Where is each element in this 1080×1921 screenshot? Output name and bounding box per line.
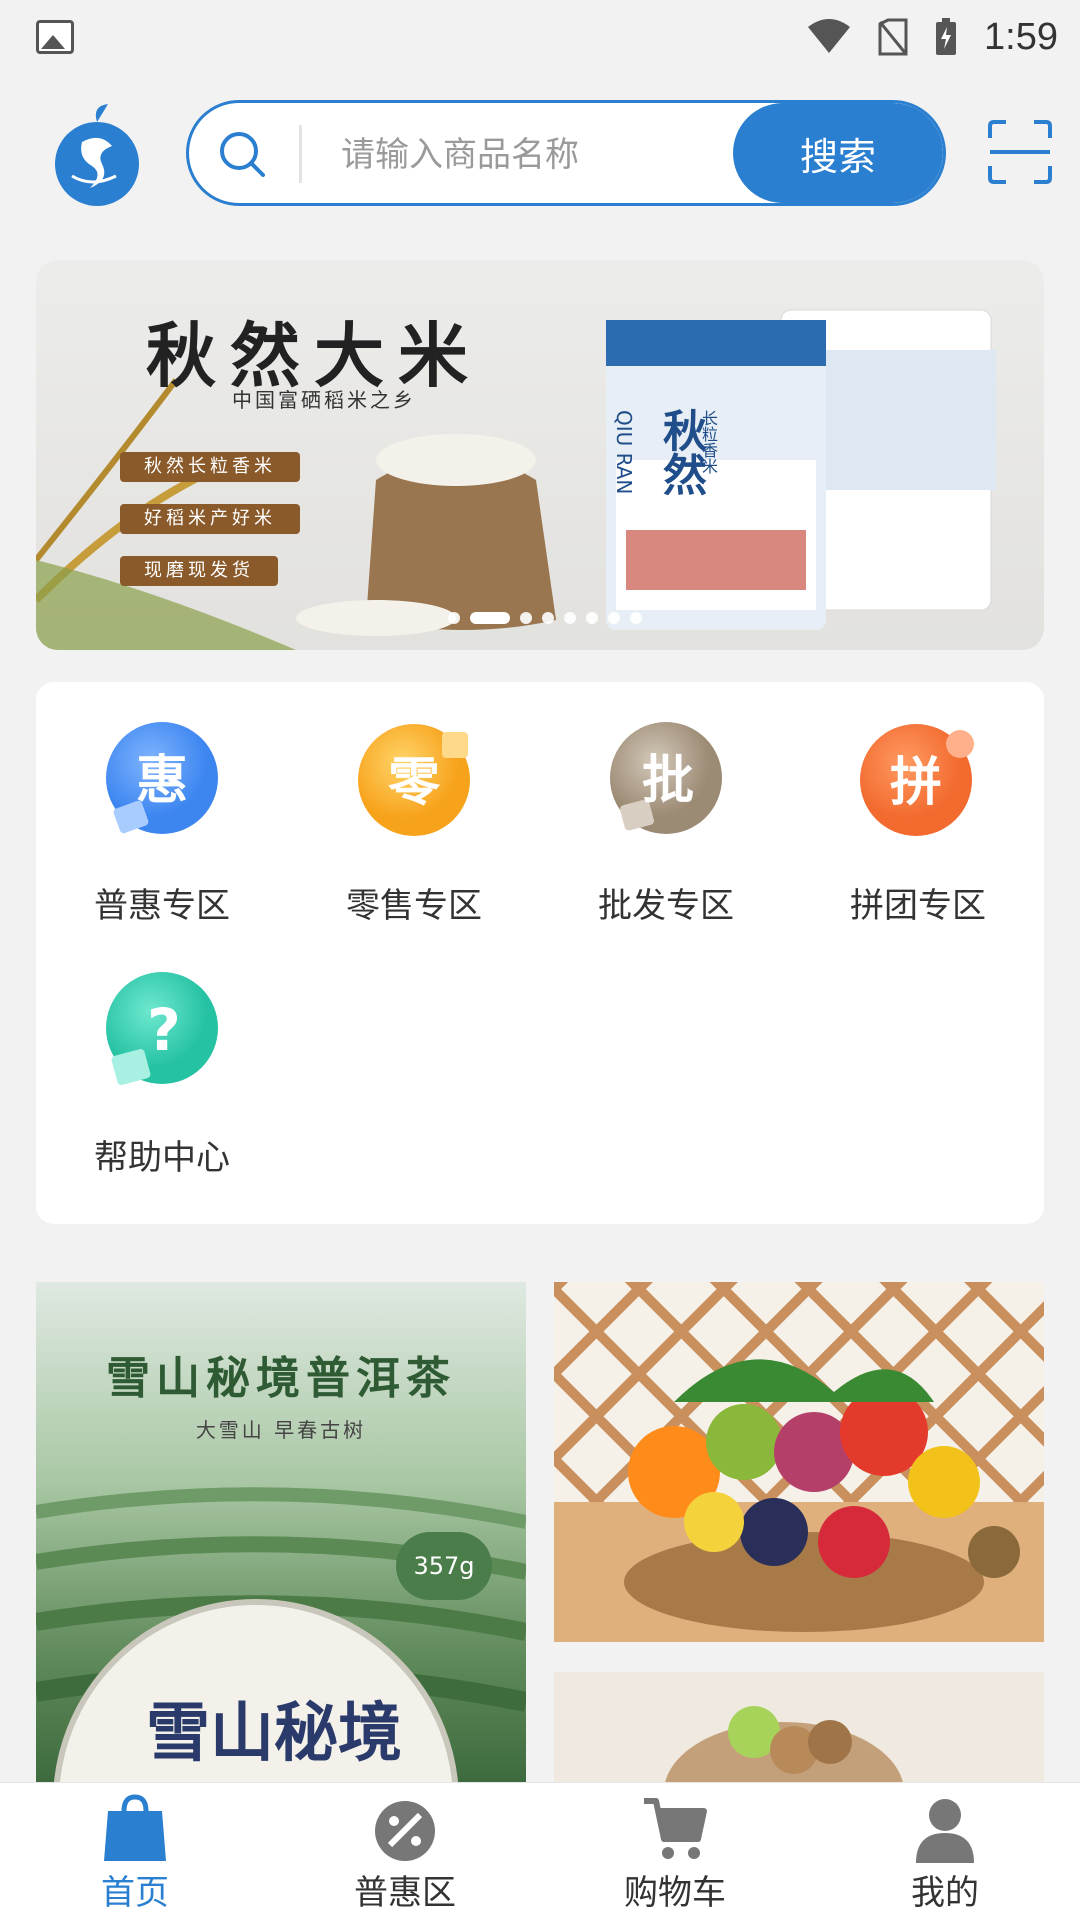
banner-tag: 现磨现发货 xyxy=(120,556,278,586)
banner-tag: 好稻米产好米 xyxy=(120,504,300,534)
hui-icon: 惠 xyxy=(106,722,218,834)
ling-glyph: 零 xyxy=(388,753,441,813)
carousel-dot[interactable] xyxy=(586,612,598,624)
promo-banner[interactable]: 秋然大米 中国富硒稻米之乡 秋然长粒香米 好稻米产好米 现磨现发货 秋然 QIU… xyxy=(36,260,1044,650)
search-input[interactable] xyxy=(339,121,733,189)
tab-label: 普惠区 xyxy=(354,1873,456,1913)
tab-discount[interactable]: 普惠区 xyxy=(270,1783,540,1921)
carousel-dot[interactable] xyxy=(520,612,532,624)
search-icon[interactable] xyxy=(215,127,269,181)
help-glyph: ? xyxy=(147,996,181,1064)
help-icon: ? xyxy=(106,972,218,1085)
home-bag-icon xyxy=(104,1794,166,1861)
tab-label: 首页 xyxy=(101,1873,169,1913)
wifi-icon xyxy=(808,19,851,53)
carousel-dot[interactable] xyxy=(542,612,554,624)
fruit-basket-image xyxy=(554,1282,1044,1642)
cart-icon xyxy=(644,1798,707,1859)
tab-cart[interactable]: 购物车 xyxy=(540,1783,810,1921)
status-time: 1:59 xyxy=(984,15,1058,58)
tea-weight-badge: 357g xyxy=(396,1532,492,1600)
pi-glyph: 批 xyxy=(642,751,694,811)
package-latin: QIU RAN xyxy=(612,410,636,495)
category-label: 零售专区 xyxy=(346,886,482,926)
search-button[interactable]: 搜索 xyxy=(733,103,943,203)
tab-home[interactable]: 首页 xyxy=(0,1783,270,1921)
carousel-dot-active[interactable] xyxy=(470,612,510,624)
category-pin[interactable]: 拼 拼团专区 xyxy=(792,682,1044,926)
tea-subtitle: 大雪山 早春古树 xyxy=(195,1418,367,1442)
tea-cake-text: 雪山秘境 xyxy=(146,1696,402,1771)
tea-title: 雪山秘境普洱茶 xyxy=(106,1353,456,1404)
carousel-dot[interactable] xyxy=(448,612,460,624)
category-label: 普惠专区 xyxy=(94,886,230,926)
pi-icon: 批 xyxy=(610,722,722,834)
scan-icon[interactable] xyxy=(988,120,1052,184)
product-tile-fruit[interactable] xyxy=(554,1282,1044,1642)
banner-tag: 秋然长粒香米 xyxy=(120,452,300,482)
category-label: 批发专区 xyxy=(598,886,734,926)
image-icon xyxy=(36,20,74,54)
tab-label: 购物车 xyxy=(624,1873,726,1913)
category-pi[interactable]: 批 批发专区 xyxy=(540,682,792,926)
package-variety: 长粒香米 xyxy=(699,410,718,474)
category-grid: 惠 普惠专区 零 零售专区 批 批发专区 拼 拼团专区 ? 帮助中心 xyxy=(36,682,1044,1224)
user-icon xyxy=(916,1799,974,1863)
search-bar[interactable]: 搜索 xyxy=(186,100,946,206)
pin-glyph: 拼 xyxy=(890,753,942,813)
brand-logo[interactable] xyxy=(52,102,142,212)
header: 搜索 xyxy=(0,92,1080,222)
ling-icon: 零 xyxy=(358,724,470,836)
tab-profile[interactable]: 我的 xyxy=(810,1783,1080,1921)
product-tile-nuts[interactable] xyxy=(554,1672,1044,1782)
category-ling[interactable]: 零 零售专区 xyxy=(288,682,540,926)
category-label: 拼团专区 xyxy=(850,886,986,926)
carousel-indicator[interactable] xyxy=(448,612,642,624)
tab-label: 我的 xyxy=(911,1873,979,1913)
product-tile-tea[interactable]: 雪山秘境普洱茶 大雪山 早春古树 357g 雪山秘境 xyxy=(36,1282,526,1782)
status-bar: 1:59 xyxy=(0,0,1080,75)
category-hui[interactable]: 惠 普惠专区 xyxy=(36,682,288,926)
walnuts-image xyxy=(665,1706,903,1782)
carousel-dot[interactable] xyxy=(608,612,620,624)
carousel-dot[interactable] xyxy=(630,612,642,624)
hui-glyph: 惠 xyxy=(136,751,188,811)
discount-icon xyxy=(375,1801,435,1861)
carousel-dot[interactable] xyxy=(564,612,576,624)
pin-icon: 拼 xyxy=(860,724,974,836)
search-divider xyxy=(299,125,302,183)
bottom-tab-bar: 首页 普惠区 购物车 我的 xyxy=(0,1782,1080,1921)
category-help[interactable]: ? 帮助中心 xyxy=(36,934,288,1178)
category-label: 帮助中心 xyxy=(94,1138,230,1178)
banner-subtitle: 中国富硒稻米之乡 xyxy=(232,388,416,412)
battery-charging-icon xyxy=(936,18,957,55)
no-sim-icon xyxy=(878,18,908,56)
